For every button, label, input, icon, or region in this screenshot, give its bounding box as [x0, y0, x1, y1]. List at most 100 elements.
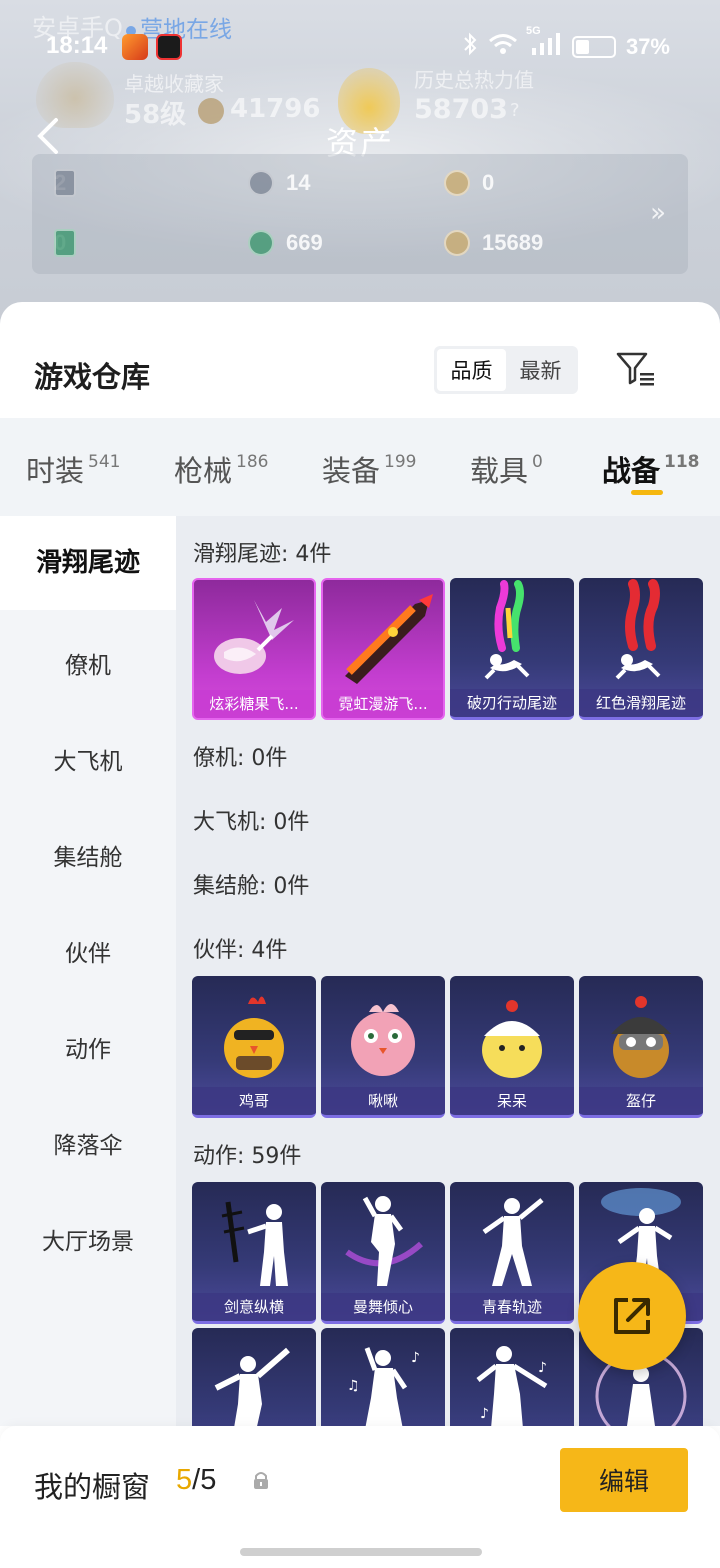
sidebar-item-lobby-scene[interactable]: 大厅场景 [0, 1222, 176, 1256]
signal-icon: 5G [526, 25, 562, 61]
tab-fashion[interactable]: 时装 541 [26, 448, 120, 490]
silver-coin-icon [248, 170, 274, 196]
section-title-glide-trail: 滑翔尾迹: 4件 [193, 542, 332, 567]
helmet-owl-icon [611, 996, 671, 1078]
tab-count: 186 [236, 452, 269, 472]
bronze-coin-icon [444, 230, 470, 256]
battery-percent: 37% [625, 34, 670, 59]
tab-label: 时装 [26, 454, 85, 488]
network-type: 5G [525, 25, 541, 37]
tab-label: 载具 [470, 454, 529, 488]
sidebar-item-capsule[interactable]: 集结舱 [0, 838, 176, 872]
item-card[interactable]: 鸡哥 [192, 976, 316, 1118]
showcase-count: 5/5 [176, 1464, 216, 1497]
showcase-bar: 我的橱窗 5/5 编辑 [0, 1426, 720, 1568]
category-tabs: 时装 541 枪械 186 装备 199 载具 0 战备 118 [0, 418, 720, 516]
item-name: 红色滑翔尾迹 [579, 689, 703, 717]
item-card[interactable]: 啾啾 [321, 976, 445, 1118]
item-card[interactable] [192, 1328, 316, 1426]
youth-emote-icon [482, 1198, 544, 1286]
sidebar-item-wingman[interactable]: 僚机 [0, 646, 176, 680]
tab-count: 0 [532, 452, 543, 472]
system-icons: 5G 37% [462, 25, 670, 62]
green-card-icon [54, 229, 76, 257]
item-name: 曼舞倾心 [321, 1293, 445, 1321]
showcase-total: 5 [200, 1464, 217, 1496]
sidebar-item-parachute[interactable]: 降落伞 [0, 1126, 176, 1160]
asset-item: 0 [54, 229, 76, 257]
tab-count: 118 [664, 452, 700, 472]
battery-icon [571, 36, 616, 58]
asset-value: 15689 [482, 230, 544, 255]
music-emote-icon: ♪ ♫ [347, 1347, 420, 1426]
green-coin-icon [248, 230, 274, 256]
item-name: 炫彩糖果飞... [194, 690, 314, 718]
item-card[interactable]: 呆呆 [450, 976, 574, 1118]
share-fab-button[interactable] [578, 1262, 686, 1370]
wifi-icon [488, 33, 518, 61]
status-time: 18:14 [46, 32, 108, 59]
candy-glider-icon [214, 600, 294, 674]
tab-battle-prep[interactable]: 战备 118 [602, 448, 700, 490]
card-icon [54, 169, 76, 197]
sort-toggle[interactable]: 品质 最新 [434, 346, 578, 394]
svg-text:♪: ♪ [538, 1360, 547, 1376]
sidebar-item-partner[interactable]: 伙伴 [0, 934, 176, 968]
red-smoke-trail-icon [615, 579, 661, 680]
tab-count: 199 [384, 452, 417, 472]
battery-level [575, 40, 589, 54]
edit-button[interactable]: 编辑 [560, 1448, 688, 1512]
asset-value: 14 [286, 170, 311, 195]
gold-badge-icon [444, 170, 470, 196]
home-indicator[interactable] [240, 1548, 482, 1556]
item-name: 盔仔 [579, 1087, 703, 1115]
status-bar: 18:14 5G 37% [0, 25, 720, 70]
item-card[interactable]: 破刃行动尾迹 [450, 578, 574, 720]
pink-bird-icon [351, 1004, 415, 1076]
asset-item: 14 [248, 170, 310, 196]
sort-quality-tab[interactable]: 品质 [437, 349, 506, 391]
sort-latest-tab[interactable]: 最新 [506, 349, 575, 391]
item-card[interactable]: ♪ ♫ [321, 1328, 445, 1426]
item-card[interactable]: 霓虹漫游飞... [321, 578, 445, 720]
item-name: 鸡哥 [192, 1087, 316, 1115]
item-card[interactable]: 红色滑翔尾迹 [579, 578, 703, 720]
assets-header-background: 安卓手Q 营地在线 18:14 5G 37% 卓越收藏家 58级 41796 历… [0, 0, 720, 330]
tab-label: 战备 [602, 454, 661, 488]
warehouse-title: 游戏仓库 [34, 360, 151, 394]
sidebar-item-emote[interactable]: 动作 [0, 1030, 176, 1064]
lock-icon[interactable] [252, 1470, 270, 1490]
item-name: 破刃行动尾迹 [450, 689, 574, 717]
section-title-capsule: 集结舱: 0件 [193, 874, 310, 899]
section-title-wingman: 僚机: 0件 [193, 746, 288, 771]
item-card[interactable]: 青春轨迹 [450, 1182, 574, 1324]
heat-label: 历史总热力值 [414, 68, 534, 92]
assets-summary-panel[interactable]: 2 14 0 0 669 15689 » [32, 154, 688, 274]
item-card[interactable]: ♪ ♪ [450, 1328, 574, 1426]
item-card[interactable]: 曼舞倾心 [321, 1182, 445, 1324]
bluetooth-icon [462, 32, 478, 62]
egg-chick-icon [482, 1000, 542, 1078]
item-card[interactable]: 盔仔 [579, 976, 703, 1118]
chicken-sunglasses-icon [224, 996, 284, 1078]
svg-text:♫: ♫ [347, 1378, 360, 1394]
dance-emote-icon [345, 1196, 423, 1286]
smoke-trail-icon [484, 580, 530, 680]
tab-equipment[interactable]: 装备 199 [322, 448, 416, 490]
sidebar-item-plane[interactable]: 大飞机 [0, 742, 176, 776]
tab-weapons[interactable]: 枪械 186 [174, 448, 268, 490]
asset-value: 669 [286, 230, 323, 255]
sidebar-item-glide-trail[interactable]: 滑翔尾迹 [0, 516, 176, 610]
item-card[interactable]: 炫彩糖果飞... [192, 578, 316, 720]
filter-icon [616, 352, 654, 386]
asset-value: 0 [482, 170, 495, 195]
item-name: 剑意纵横 [192, 1293, 316, 1321]
tab-label: 装备 [322, 454, 381, 488]
tab-vehicles[interactable]: 载具 0 [470, 448, 543, 490]
svg-text:♪: ♪ [480, 1406, 489, 1422]
filter-button[interactable] [614, 348, 656, 390]
assets-more-icon[interactable]: » [650, 198, 666, 228]
collector-title: 卓越收藏家 [124, 72, 224, 96]
item-card[interactable]: 剑意纵横 [192, 1182, 316, 1324]
asset-item: 669 [248, 230, 323, 256]
